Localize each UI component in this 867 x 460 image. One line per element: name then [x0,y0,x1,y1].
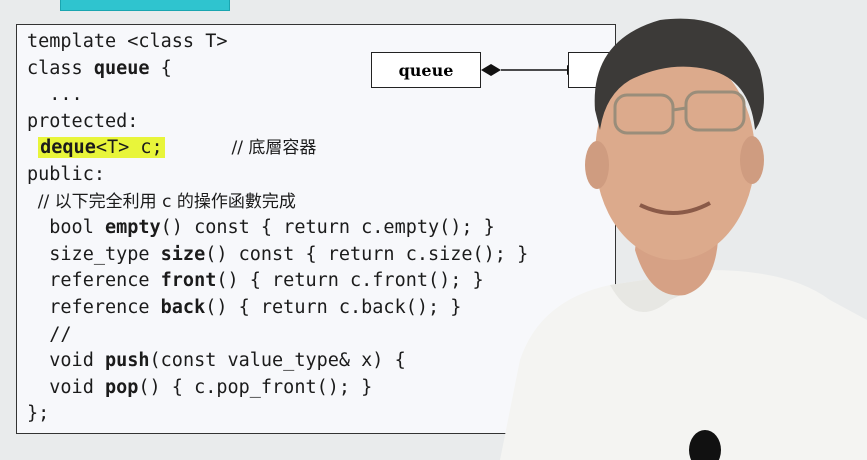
presenter-video [500,18,867,460]
code-line-public: public: [27,163,105,185]
code-line-close: }; [27,403,50,425]
keyword-size: size [160,243,206,265]
code-line-empty: bool empty() const { return c.empty(); } [27,217,495,239]
code-line-front: reference front() { return c.front(); } [27,270,484,292]
code-line-deque-member: deque<T> c; // 底層容器 [27,135,528,162]
code-line-push: void push(const value_type& x) { [27,350,406,372]
code-line-size: size_type size() const { return c.size()… [27,243,529,265]
keyword-empty: empty [104,217,161,239]
code-line-comment-ops: // 以下完全利用 c 的操作函數完成 [27,189,528,216]
keyword-front: front [160,270,217,292]
comment-underlying-container: // 底層容器 [231,138,317,159]
keyword-pop: pop [104,376,139,398]
white-shirt [500,270,867,460]
right-ear [740,136,764,184]
left-ear [585,141,609,189]
code-block: template <class T> class queue { ... prote… [27,29,528,428]
code-line-protected: protected: [27,110,139,132]
diagram-queue-label: queue [398,60,454,80]
comment-ops-text: // 以下完全利用 c 的操作函數完成 [27,191,296,212]
keyword-back: back [160,296,206,318]
code-line-back: reference back() { return c.back(); } [27,296,462,318]
keyword-deque: deque [40,137,96,159]
keyword-queue: queue [93,57,150,79]
highlighted-deque-member: deque<T> c; [38,137,165,159]
section-title-tab [60,0,230,11]
keyword-push: push [104,350,150,372]
code-text-class: class [27,57,94,79]
code-line-comment: // [27,323,72,345]
glasses-bridge [672,106,687,112]
code-line-pop: void pop() { c.pop_front(); } [27,376,373,398]
